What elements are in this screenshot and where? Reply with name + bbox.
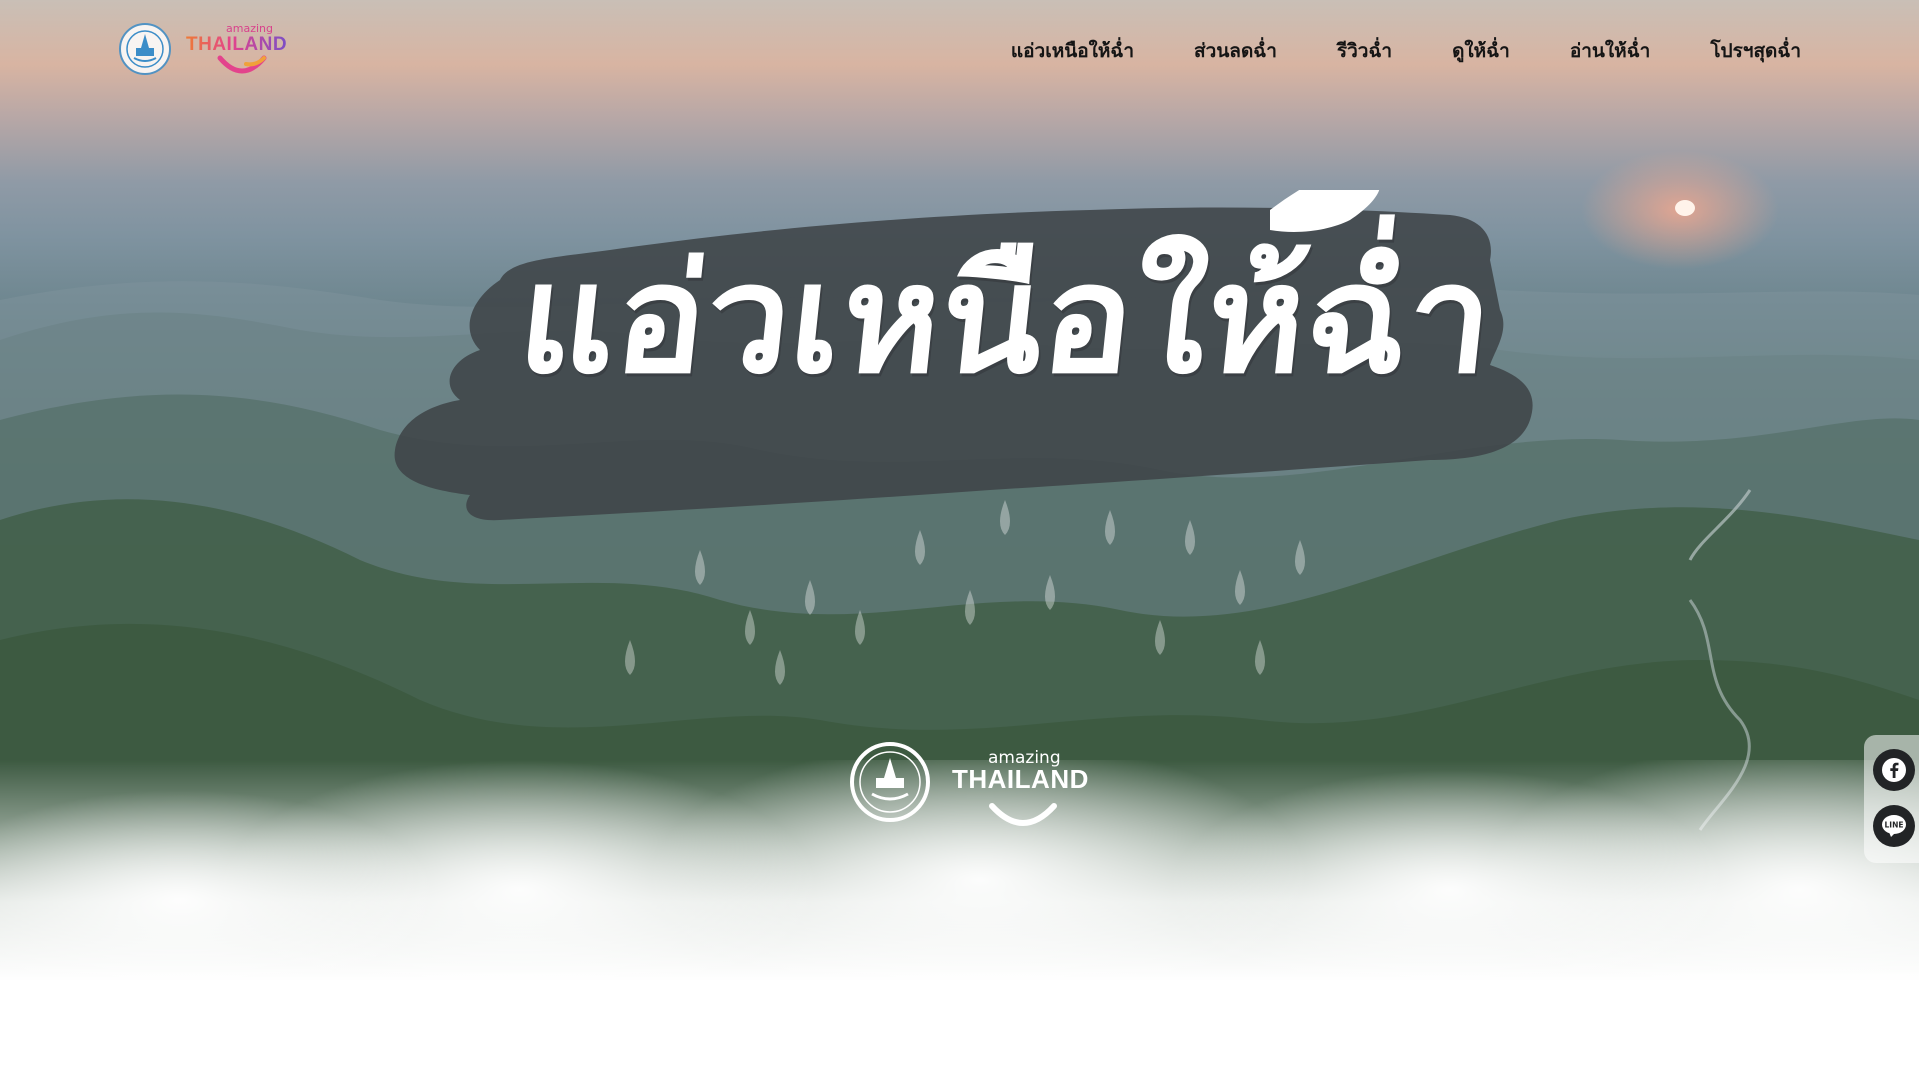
nav-item-watch[interactable]: ดูให้ฉ่ำ bbox=[1452, 36, 1510, 66]
site-header: amazing THAILAND แอ่วเหนือให้ฉ่ำ ส่วนลดฉ… bbox=[0, 0, 1919, 100]
nav-item-promo[interactable]: โปรฯสุดฉ่ำ bbox=[1710, 36, 1801, 66]
nav-item-review[interactable]: รีวิวฉ่ำ bbox=[1337, 36, 1392, 66]
facebook-button[interactable] bbox=[1873, 749, 1915, 791]
social-sidebar: LINE bbox=[1864, 735, 1919, 863]
center-thailand-text: THAILAND bbox=[952, 764, 1089, 794]
tat-logo-icon bbox=[119, 23, 171, 75]
line-icon: LINE bbox=[1882, 815, 1906, 837]
nav-item-read[interactable]: อ่านให้ฉ่ำ bbox=[1570, 36, 1650, 66]
center-logo: amazing THAILAND bbox=[848, 740, 1098, 840]
tat-seal-white-icon bbox=[850, 742, 930, 822]
line-button[interactable]: LINE bbox=[1873, 805, 1915, 847]
thailand-text: THAILAND bbox=[186, 34, 288, 55]
nav-item-aew-nuea[interactable]: แอ่วเหนือให้ฉ่ำ bbox=[1011, 36, 1134, 66]
amazing-thailand-logo: amazing THAILAND bbox=[186, 22, 314, 76]
line-label: LINE bbox=[1885, 821, 1904, 830]
nav-item-discount[interactable]: ส่วนลดฉ่ำ bbox=[1194, 36, 1277, 66]
main-nav: แอ่วเหนือให้ฉ่ำ ส่วนลดฉ่ำ รีวิวฉ่ำ ดูให้… bbox=[1011, 36, 1801, 66]
raindrops bbox=[625, 500, 1305, 685]
center-smile-icon bbox=[989, 803, 1057, 826]
smile-icon bbox=[217, 55, 267, 74]
logo-group[interactable]: amazing THAILAND bbox=[118, 22, 314, 76]
hero-title: แอ่วเหนือให้ฉ่ำ bbox=[510, 233, 1502, 407]
facebook-icon bbox=[1882, 758, 1906, 782]
